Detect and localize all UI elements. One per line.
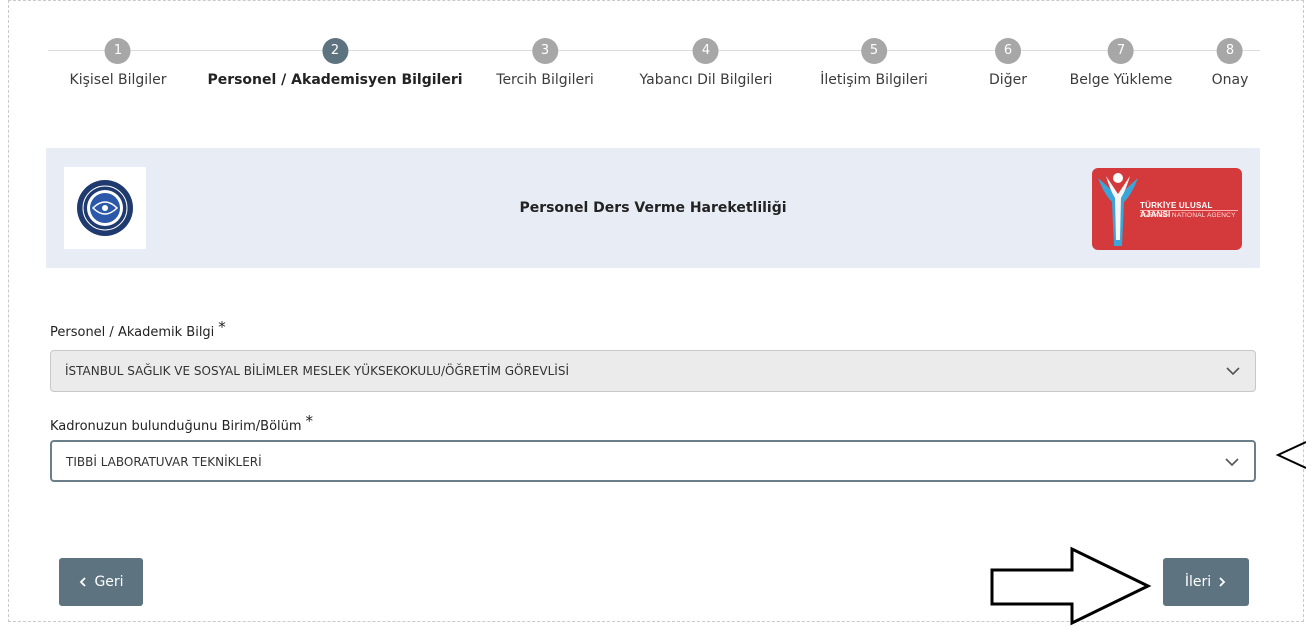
step-number: 7 xyxy=(1108,38,1134,64)
step-number: 8 xyxy=(1216,38,1243,64)
step-onay[interactable]: 8 Onay xyxy=(1211,38,1249,88)
required-mark: * xyxy=(305,412,314,430)
outline-right-arrow-icon xyxy=(990,546,1152,626)
next-button-label: İleri xyxy=(1184,574,1212,590)
chevron-down-icon xyxy=(1226,367,1240,376)
step-label: Yabancı Dil Bilgileri xyxy=(639,72,773,88)
chevron-right-icon xyxy=(1219,577,1226,587)
program-banner: Personel Ders Verme Hareketliliği TÜRKİY… xyxy=(46,148,1260,268)
step-number: 1 xyxy=(104,38,131,64)
chevron-down-icon xyxy=(1225,458,1239,467)
banner-title: Personel Ders Verme Hareketliliği xyxy=(519,200,787,216)
back-button[interactable]: Geri xyxy=(59,558,143,606)
wizard-stepper: 1 Kişisel Bilgiler 2 Personel / Akademis… xyxy=(48,38,1260,98)
back-button-label: Geri xyxy=(94,574,124,590)
step-label: Diğer xyxy=(989,72,1027,88)
step-diger[interactable]: 6 Diğer xyxy=(989,38,1027,88)
agency-name-en: TURKISH NATIONAL AGENCY xyxy=(1140,212,1236,219)
step-label: İletişim Bilgileri xyxy=(820,72,928,88)
department-value: TIBBİ LABORATUVAR TEKNİKLERİ xyxy=(66,455,262,469)
step-number: 5 xyxy=(861,38,887,64)
step-label: Personel / Akademisyen Bilgileri xyxy=(207,72,463,88)
step-label: Belge Yükleme xyxy=(1069,72,1173,88)
step-kisisel-bilgiler[interactable]: 1 Kişisel Bilgiler xyxy=(69,38,167,88)
personnel-info-value: İSTANBUL SAĞLIK VE SOSYAL BİLİMLER MESLE… xyxy=(65,364,570,378)
chevron-left-icon xyxy=(80,577,87,587)
next-button[interactable]: İleri xyxy=(1163,558,1249,606)
national-agency-logo: TÜRKİYE ULUSAL AJANSI TURKISH NATIONAL A… xyxy=(1092,168,1242,250)
step-number: 2 xyxy=(322,38,348,64)
department-label-text: Kadronuzun bulunduğunu Birim/Bölüm xyxy=(50,419,302,434)
step-belge-yukleme[interactable]: 7 Belge Yükleme xyxy=(1069,38,1173,88)
step-label: Tercih Bilgileri xyxy=(496,72,594,88)
personnel-info-label-text: Personel / Akademik Bilgi xyxy=(50,325,215,340)
required-mark: * xyxy=(218,318,226,336)
step-tercih-bilgileri[interactable]: 3 Tercih Bilgileri xyxy=(496,38,594,88)
agency-figure-icon xyxy=(1098,173,1138,246)
personnel-info-label: Personel / Akademik Bilgi * xyxy=(50,318,226,340)
step-number: 3 xyxy=(531,38,558,64)
step-number: 4 xyxy=(693,38,719,64)
step-label: Onay xyxy=(1211,72,1249,88)
step-iletisim-bilgileri[interactable]: 5 İletişim Bilgileri xyxy=(820,38,928,88)
personnel-info-select[interactable]: İSTANBUL SAĞLIK VE SOSYAL BİLİMLER MESLE… xyxy=(50,350,1256,392)
department-label: Kadronuzun bulunduğunu Birim/Bölüm * xyxy=(50,412,313,434)
department-select[interactable]: TIBBİ LABORATUVAR TEKNİKLERİ xyxy=(50,440,1256,482)
step-label: Kişisel Bilgiler xyxy=(69,72,167,88)
angle-left-icon xyxy=(1275,441,1306,469)
step-yabanci-dil-bilgileri[interactable]: 4 Yabancı Dil Bilgileri xyxy=(639,38,773,88)
step-number: 6 xyxy=(995,38,1021,64)
step-personel-akademisyen-bilgileri[interactable]: 2 Personel / Akademisyen Bilgileri xyxy=(207,38,463,88)
